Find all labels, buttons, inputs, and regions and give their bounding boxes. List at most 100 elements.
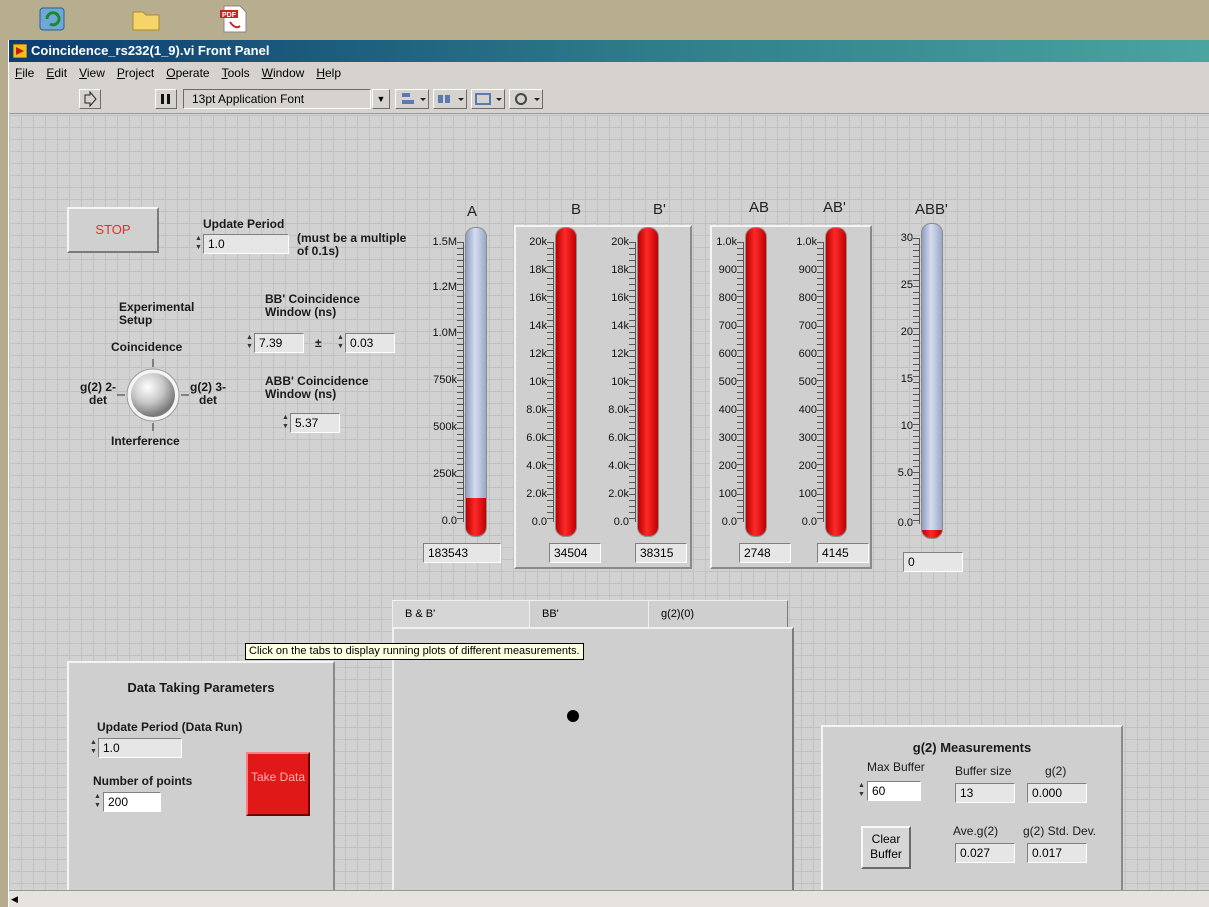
meter-abbprime-tube	[921, 223, 943, 539]
distribute-objects-button[interactable]	[433, 89, 467, 109]
title-bar[interactable]: Coincidence_rs232(1_9).vi Front Panel	[9, 40, 1209, 62]
meter-a-title: A	[467, 203, 478, 220]
chevron-down-icon[interactable]: ▼	[372, 89, 390, 109]
align-objects-button[interactable]	[395, 89, 429, 109]
tab-bbprime[interactable]: BB'	[529, 600, 649, 630]
meter-bprime-value: 38315	[635, 543, 687, 563]
abb-window-label: ABB' Coincidence Window (ns)	[265, 374, 369, 401]
experimental-setup-label: Experimental Setup	[119, 300, 195, 327]
g2-value: 0.000	[1027, 783, 1087, 803]
data-run-update-spinner[interactable]: ▲ ▼	[89, 738, 98, 758]
menu-window[interactable]: Window	[256, 62, 311, 84]
tab-b-and-bprime[interactable]: B & B'	[392, 600, 530, 630]
abb-window-field[interactable]: 5.37	[290, 413, 340, 433]
number-of-points-field[interactable]: 200	[103, 792, 161, 812]
meter-a-scale	[457, 242, 464, 522]
stop-button[interactable]: STOP	[67, 207, 159, 253]
max-buffer-spinner[interactable]: ▲ ▼	[857, 781, 866, 801]
meter-abprime-scale	[817, 242, 824, 522]
menu-file[interactable]: File	[9, 62, 40, 84]
number-of-points-spinner[interactable]: ▲ ▼	[93, 792, 102, 812]
meter-b-tick: 10k	[529, 376, 547, 388]
menu-help[interactable]: Help	[310, 62, 347, 84]
take-data-button[interactable]: Take Data	[246, 752, 310, 816]
bb-tolerance-field[interactable]: 0.03	[345, 333, 395, 353]
meter-abprime-fill	[826, 228, 846, 536]
menu-view[interactable]: View	[73, 62, 111, 84]
meter-b-tube	[555, 227, 577, 537]
meter-abprime-tick: 700	[798, 320, 817, 332]
experimental-setup-knob[interactable]	[113, 355, 193, 435]
meter-bprime-tick: 2.0k	[608, 488, 629, 500]
meter-ab-tick: 400	[718, 404, 737, 416]
meter-ab-tick: 1.0k	[716, 236, 737, 248]
meter-b-tick: 4.0k	[526, 460, 547, 472]
pdf-desktop-icon[interactable]: PDF	[218, 4, 250, 34]
bb-window-field[interactable]: 7.39	[254, 333, 304, 353]
menu-operate[interactable]: Operate	[160, 62, 215, 84]
tab-g2-zero[interactable]: g(2)(0)	[648, 600, 788, 630]
reorder-button[interactable]	[509, 89, 543, 109]
resize-objects-button[interactable]	[471, 89, 505, 109]
window-title: Coincidence_rs232(1_9).vi Front Panel	[31, 43, 270, 58]
refresh-desktop-icon[interactable]	[36, 4, 68, 34]
meter-a-tube	[465, 227, 487, 537]
scroll-left-icon[interactable]: ◀	[11, 893, 23, 905]
pause-button[interactable]	[155, 89, 177, 109]
meter-abbprime-title: ABB'	[915, 201, 948, 218]
run-button[interactable]	[79, 89, 101, 109]
meter-bprime-tick: 4.0k	[608, 460, 629, 472]
meter-b-tick: 12k	[529, 348, 547, 360]
knob-g2-3det-label: g(2) 3-det	[190, 380, 226, 407]
meter-ab-tick: 300	[718, 432, 737, 444]
menu-tools[interactable]: Tools	[216, 62, 256, 84]
data-params-title: Data Taking Parameters	[127, 680, 275, 695]
meter-a-tick: 1.0M	[432, 327, 457, 339]
meter-ab-tick: 200	[718, 460, 737, 472]
toolbar: 13pt Application Font ▼	[9, 84, 1209, 114]
meter-abbprime-tick: 15	[900, 373, 913, 385]
data-run-update-label: Update Period (Data Run)	[97, 720, 243, 734]
meter-abprime-tick: 400	[798, 404, 817, 416]
menu-project[interactable]: Project	[111, 62, 160, 84]
horizontal-scrollbar[interactable]: ◀	[9, 890, 1209, 907]
bb-window-plus-minus: ±	[315, 336, 322, 350]
max-buffer-field[interactable]: 60	[867, 781, 921, 801]
max-buffer-label: Max Buffer	[867, 760, 925, 774]
meter-ab-tick: 600	[718, 348, 737, 360]
data-run-update-field[interactable]: 1.0	[98, 738, 182, 758]
meter-abprime-title: AB'	[823, 199, 846, 216]
font-selector[interactable]: 13pt Application Font ▼	[183, 89, 390, 109]
g2-label: g(2)	[1045, 764, 1067, 778]
meter-ab-value: 2748	[739, 543, 791, 563]
meter-a-tick: 1.5M	[432, 236, 457, 248]
update-period-spinner[interactable]: ▲ ▼	[194, 234, 203, 254]
g2-std-dev-value: 0.017	[1027, 843, 1087, 863]
update-period-field[interactable]: 1.0	[203, 234, 289, 254]
meter-ab-tick: 800	[718, 292, 737, 304]
meter-ab-tick: 900	[718, 264, 737, 276]
bb-tolerance-spinner[interactable]: ▲ ▼	[336, 333, 345, 353]
folder-desktop-icon[interactable]	[130, 4, 162, 34]
meter-abprime-tick: 200	[798, 460, 817, 472]
meter-abprime-tick: 600	[798, 348, 817, 360]
meter-b-tick: 8.0k	[526, 404, 547, 416]
menu-edit[interactable]: Edit	[40, 62, 73, 84]
meter-b-tick: 0.0	[531, 516, 547, 528]
knob-g2-2det-label: g(2) 2-det	[80, 380, 116, 407]
knob-interference-label: Interference	[111, 434, 180, 448]
meter-b-tick: 2.0k	[526, 488, 547, 500]
meter-a-tick: 1.2M	[432, 281, 457, 293]
meter-bprime-tick: 20k	[611, 236, 629, 248]
meter-b-value: 34504	[549, 543, 601, 563]
abb-window-spinner[interactable]: ▲ ▼	[281, 413, 290, 433]
bb-window-spinner[interactable]: ▲ ▼	[245, 333, 254, 353]
clear-buffer-button[interactable]: Clear Buffer	[861, 826, 911, 869]
meter-a-tick: 500k	[433, 421, 457, 433]
meter-bprime-tick: 6.0k	[608, 432, 629, 444]
run-arrow-icon	[84, 90, 97, 108]
update-period-label: Update Period	[203, 217, 285, 231]
meter-abprime-tick: 300	[798, 432, 817, 444]
meter-abbprime-tick: 5.0	[897, 467, 913, 479]
meter-abprime-value: 4145	[817, 543, 869, 563]
